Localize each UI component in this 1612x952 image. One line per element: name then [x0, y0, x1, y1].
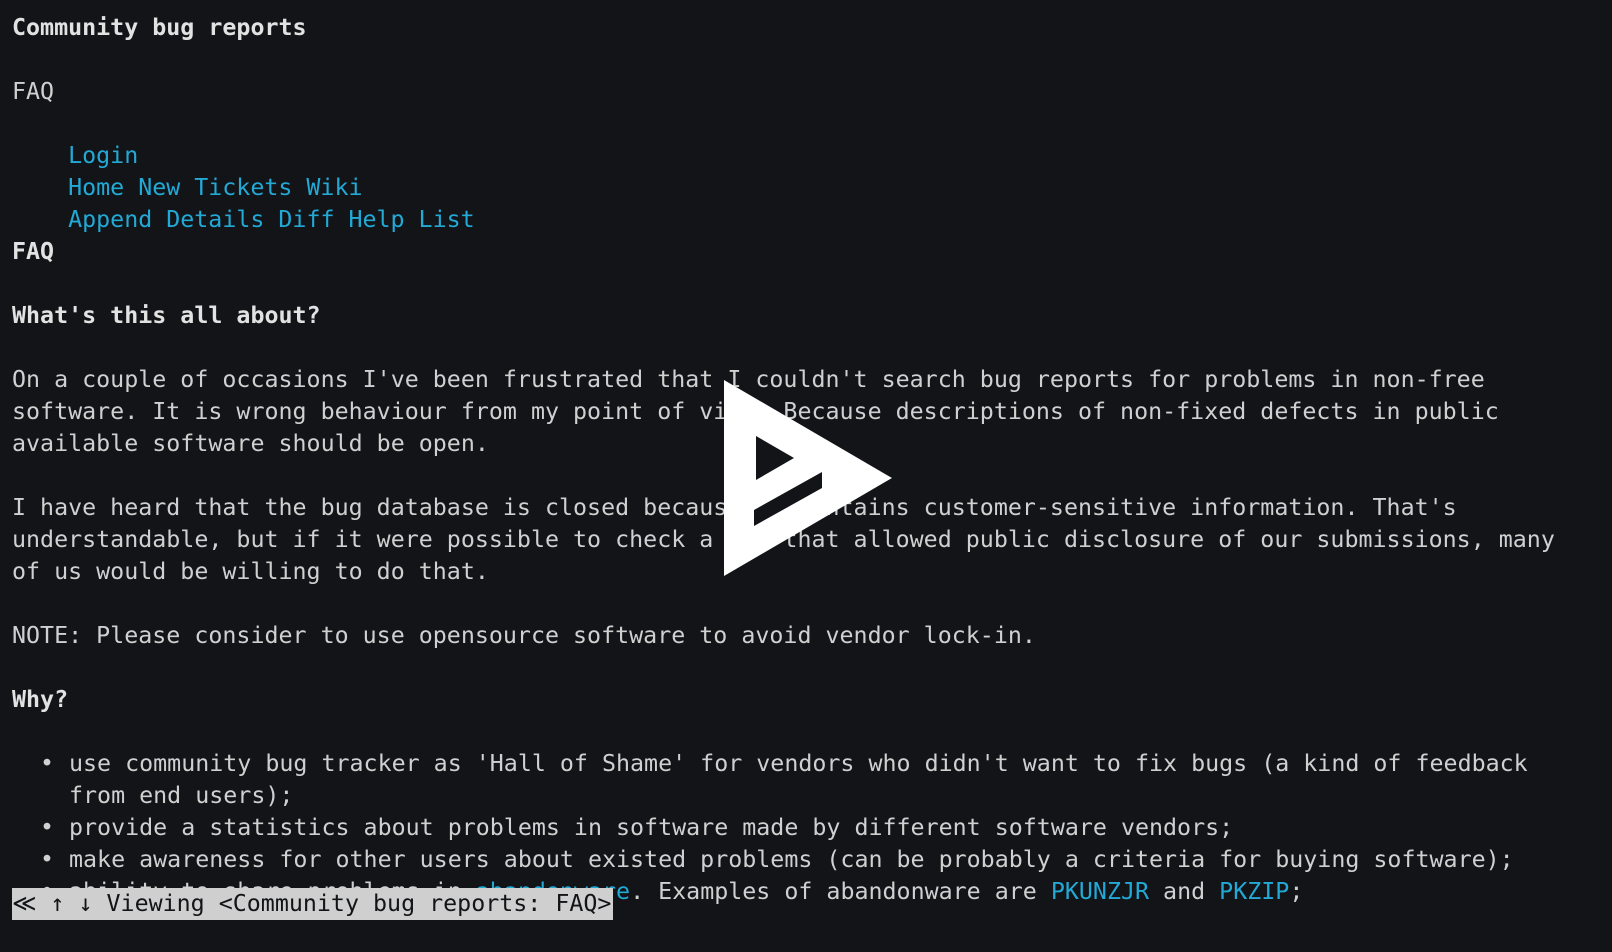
nav-new-link[interactable]: New [138, 174, 180, 201]
bullet-icon: • [40, 846, 55, 873]
pkzip-link[interactable]: PKZIP [1219, 878, 1289, 905]
section-heading-why: Why? [12, 686, 69, 713]
section-heading-about: What's this all about? [12, 302, 321, 329]
list-item: • provide a statistics about problems in … [12, 812, 1579, 844]
nav-wiki-link[interactable]: Wiki [306, 174, 362, 201]
pkunzjr-link[interactable]: PKUNZJR [1051, 878, 1149, 905]
page-heading: FAQ [12, 238, 55, 265]
bullet-icon: • [40, 814, 55, 841]
nav-home-link[interactable]: Home [68, 174, 124, 201]
current-page-label: FAQ [12, 78, 55, 105]
list-item: • use community bug tracker as 'Hall of S… [40, 750, 1528, 809]
login-link[interactable]: Login [68, 142, 138, 169]
nav-details-link[interactable]: Details [166, 206, 264, 233]
reasons-list: • use community bug tracker as 'Hall of S… [12, 748, 1602, 908]
site-title: Community bug reports [12, 14, 307, 41]
nav-tickets-link[interactable]: Tickets [194, 174, 292, 201]
bullet-icon: • [40, 750, 55, 777]
play-icon[interactable] [724, 380, 892, 576]
nav-list-link[interactable]: List [419, 206, 475, 233]
status-bar: ≪ ↑ ↓ Viewing <Community bug reports: FA… [12, 888, 614, 920]
nav-help-link[interactable]: Help [348, 206, 404, 233]
nav-diff-link[interactable]: Diff [278, 206, 334, 233]
note-text: NOTE: Please consider to use opensource … [12, 622, 1036, 649]
nav-append-link[interactable]: Append [68, 206, 152, 233]
primary-nav: Home New Tickets Wiki [12, 140, 1602, 201]
list-item: • make awareness for other users about ex… [12, 844, 1579, 876]
